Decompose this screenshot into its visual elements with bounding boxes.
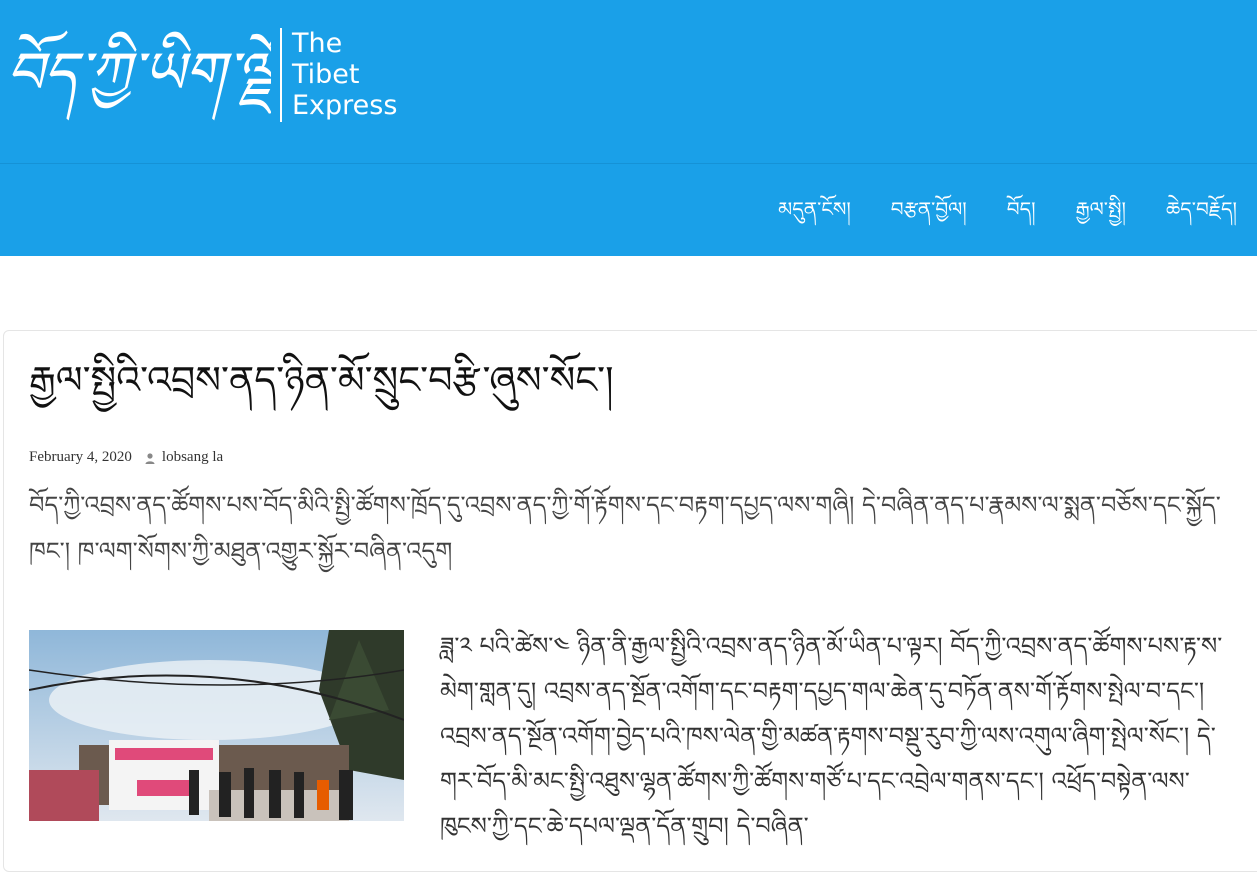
nav-item-international[interactable]: རྒྱལ་སྤྱི། [1056, 187, 1146, 243]
post-meta: February 4, 2020 lobsang la [29, 449, 223, 466]
logo-word: Express [292, 90, 398, 121]
nav-item-exile[interactable]: བརྩན་བྱོལ། [871, 187, 987, 243]
logo-word: Tibet [292, 59, 360, 90]
post-author[interactable]: lobsang la [162, 449, 223, 466]
header-divider [0, 163, 1257, 164]
site-logo-tibetan[interactable]: བོད་ཀྱི་ཡིག་ལྗོངས། [6, 14, 271, 132]
site-logo-english[interactable]: The Tibet Express [292, 28, 432, 121]
post-date[interactable]: February 4, 2020 [29, 449, 132, 466]
post-body: ཟླ་༢ པའི་ཚེས་༤ ཉིན་ནི་རྒྱལ་སྤྱིའི་འབྲས་ན… [440, 632, 1223, 840]
post-lead: བོད་ཀྱི་འབྲས་ནད་ཚོགས་པས་བོད་མིའི་སྤྱི་ཚོ… [29, 491, 1221, 565]
post-title[interactable]: རྒྱལ་སྤྱིའི་འབྲས་ནད་ཉིན་མོ་སྲུང་བརྩི་ཞུས… [29, 352, 1229, 408]
main-nav: མདུན་ངོས། བརྩན་བྱོལ། བོད། རྒྱལ་སྤྱི། ཆེད… [758, 192, 1257, 238]
nav-item-opinion[interactable]: ཆེད་བརྗོད། [1146, 187, 1257, 243]
article-photo [29, 630, 404, 821]
user-icon [145, 452, 155, 464]
site-header: བོད་ཀྱི་ཡིག་ལྗོངས། The Tibet Express མདུ… [0, 0, 1257, 256]
nav-item-tibet[interactable]: བོད། [987, 187, 1056, 243]
nav-item-home[interactable]: མདུན་ངོས། [758, 187, 871, 243]
logo-divider [280, 28, 282, 122]
photo-illustration [29, 630, 404, 821]
logo-word: The [292, 28, 343, 59]
